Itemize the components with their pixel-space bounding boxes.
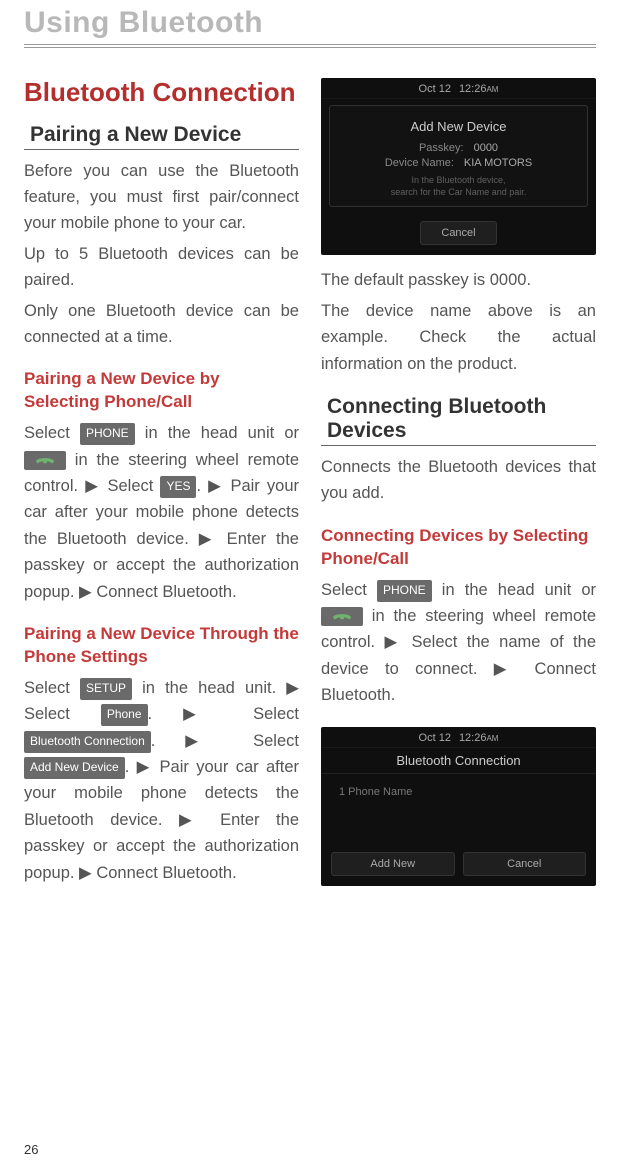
chip-phone-menu: Phone (101, 704, 148, 726)
page-title: Using Bluetooth (24, 0, 596, 44)
screenshot-add-new-button[interactable]: Add New (331, 852, 455, 876)
screenshot-dialog: Add New Device Passkey: 0000 Device Name… (329, 105, 588, 207)
left-column: Bluetooth Connection Pairing a New Devic… (24, 78, 299, 904)
connecting-intro: Connects the Bluetooth devices that you … (321, 454, 596, 507)
device-name-row: Device Name: KIA MOTORS (340, 157, 577, 169)
pair-settings-text: Select SETUP in the head unit. ▶ Select … (24, 675, 299, 886)
phone-handset-icon (321, 607, 363, 626)
pairing-single: Only one Bluetooth device can be connect… (24, 298, 299, 351)
text-fragment: Select (24, 424, 80, 442)
connecting-phonecall-text: Select PHONE in the head unit or in the … (321, 577, 596, 709)
text-fragment: . ▶ Select (148, 705, 299, 723)
chip-yes: YES (160, 476, 196, 498)
status-date: Oct 12 (419, 732, 451, 744)
text-fragment: in the head unit or (135, 424, 299, 442)
status-time: 12:26AM (459, 732, 499, 744)
screenshot-hint: In the Bluetooth device, search for the … (340, 175, 577, 198)
page-number: 26 (24, 1142, 38, 1157)
status-time: 12:26AM (459, 83, 499, 95)
red-heading-connecting-phonecall: Connecting Devices by Selecting Phone/Ca… (321, 525, 596, 571)
screenshot-status-bar: Oct 12 12:26AM (321, 78, 596, 99)
screenshot-device-list: 1 Phone Name (329, 778, 588, 842)
right-column: Oct 12 12:26AM Add New Device Passkey: 0… (321, 78, 596, 904)
title-divider (24, 44, 596, 48)
passkey-label: Passkey: (419, 142, 464, 154)
screenshot-dialog-title: Add New Device (340, 114, 577, 139)
default-passkey-note: The default passkey is 0000. (321, 267, 596, 293)
section-heading-bluetooth-connection: Bluetooth Connection (24, 78, 299, 107)
subheading-pairing-new-device: Pairing a New Device (24, 123, 299, 150)
passkey-value: 0000 (474, 142, 498, 154)
red-heading-pair-phonecall: Pairing a New Device by Selecting Phone/… (24, 368, 299, 414)
passkey-row: Passkey: 0000 (340, 142, 577, 154)
screenshot-button-row: Cancel (321, 215, 596, 255)
text-fragment: in the steering wheel remote control. ▶ … (321, 607, 596, 704)
text-fragment: in the head unit or (432, 581, 596, 599)
text-fragment: Select (321, 581, 377, 599)
screenshot-cancel-button[interactable]: Cancel (420, 221, 496, 245)
screenshot-cancel-button[interactable]: Cancel (463, 852, 587, 876)
content-columns: Bluetooth Connection Pairing a New Devic… (24, 78, 596, 904)
device-name-label: Device Name: (385, 157, 454, 169)
chip-add-new-device: Add New Device (24, 757, 125, 779)
device-name-note: The device name above is an example. Che… (321, 298, 596, 377)
pair-phonecall-text: Select PHONE in the head unit or in the … (24, 420, 299, 605)
text-fragment: . ▶ Select (151, 732, 299, 750)
text-fragment: Select (24, 679, 80, 697)
phone-handset-icon (24, 451, 66, 470)
chip-bluetooth-connection: Bluetooth Connection (24, 731, 151, 753)
chip-phone: PHONE (377, 580, 432, 602)
red-heading-pair-settings: Pairing a New Device Through the Phone S… (24, 623, 299, 669)
hint-line: In the Bluetooth device, (340, 175, 577, 187)
screenshot-add-new-device: Oct 12 12:26AM Add New Device Passkey: 0… (321, 78, 596, 255)
chip-setup: SETUP (80, 678, 132, 700)
pairing-limit: Up to 5 Bluetooth devices can be paired. (24, 241, 299, 294)
chip-phone: PHONE (80, 423, 135, 445)
pairing-intro: Before you can use the Bluetooth feature… (24, 158, 299, 237)
device-name-value: KIA MOTORS (464, 157, 532, 169)
subheading-connecting-bt-devices: Connecting Bluetooth Devices (321, 395, 596, 446)
status-date: Oct 12 (419, 83, 451, 95)
screenshot-dialog-title: Bluetooth Connection (321, 748, 596, 774)
hint-line: search for the Car Name and pair. (340, 187, 577, 199)
screenshot-button-row: Add New Cancel (321, 846, 596, 886)
screenshot-status-bar: Oct 12 12:26AM (321, 727, 596, 748)
list-item[interactable]: 1 Phone Name (337, 782, 580, 802)
screenshot-bluetooth-connection: Oct 12 12:26AM Bluetooth Connection 1 Ph… (321, 727, 596, 886)
